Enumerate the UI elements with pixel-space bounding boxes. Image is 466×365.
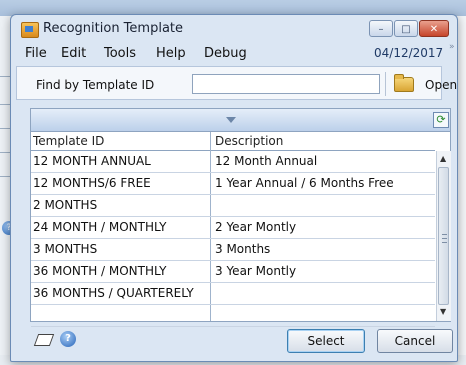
template-id-search-input[interactable] <box>192 74 380 94</box>
title-bar: Recognition Template – □ ✕ <box>11 15 457 43</box>
menu-tools[interactable]: Tools <box>104 46 136 61</box>
close-button[interactable]: ✕ <box>419 20 449 37</box>
scrollbar-thumb[interactable] <box>438 167 449 305</box>
menu-debug[interactable]: Debug <box>204 46 247 61</box>
table-row[interactable]: 12 MONTH ANNUAL 12 Month Annual <box>31 151 435 173</box>
open-folder-icon[interactable] <box>394 74 414 92</box>
description-cell: 1 Year Annual / 6 Months Free <box>215 176 394 190</box>
select-button[interactable]: Select <box>287 329 365 353</box>
description-cell: 3 Year Montly <box>215 264 297 278</box>
template-id-cell: 12 MONTH ANNUAL <box>33 154 151 168</box>
table-row[interactable]: 24 MONTH / MONTHLY 2 Year Montly <box>31 217 435 239</box>
find-by-template-id-label: Find by Template ID <box>36 78 155 92</box>
grid-toolbar: ⟳ <box>31 109 450 132</box>
template-list: ⟳ Template ID Description 12 MONTH ANNUA… <box>30 108 451 327</box>
template-id-cell: 36 MONTH / MONTHLY <box>33 264 167 278</box>
table-row[interactable] <box>31 305 435 327</box>
column-header-template-id[interactable]: Template ID <box>33 134 104 148</box>
description-cell: 12 Month Annual <box>215 154 318 168</box>
menu-file[interactable]: File <box>25 46 47 61</box>
app-icon <box>21 22 39 38</box>
table-row[interactable]: 12 MONTHS/6 FREE 1 Year Annual / 6 Months… <box>31 173 435 195</box>
window-title: Recognition Template <box>43 21 184 36</box>
template-id-cell: 12 MONTHS/6 FREE <box>33 176 151 190</box>
template-id-cell: 2 MONTHS <box>33 198 98 212</box>
toolbar-separator <box>385 72 386 96</box>
overflow-chevron-icon[interactable]: » <box>449 42 455 52</box>
table-row[interactable]: 3 MONTHS 3 Months <box>31 239 435 261</box>
maximize-button[interactable]: □ <box>394 20 418 37</box>
scroll-up-icon[interactable]: ▲ <box>440 154 446 163</box>
table-row[interactable]: 2 MONTHS <box>31 195 435 217</box>
table-row[interactable]: 36 MONTHS / QUARTERELY <box>31 283 435 305</box>
vertical-scrollbar[interactable]: ▲ ▼ <box>436 151 451 321</box>
grid-header: Template ID Description <box>31 132 435 151</box>
sort-arrow-icon[interactable] <box>226 117 236 123</box>
user-date[interactable]: 04/12/2017 <box>374 46 443 60</box>
scroll-down-icon[interactable]: ▼ <box>440 307 446 316</box>
table-row[interactable]: 36 MONTH / MONTHLY 3 Year Montly <box>31 261 435 283</box>
menu-edit[interactable]: Edit <box>61 46 86 61</box>
menu-help[interactable]: Help <box>156 46 186 61</box>
scrollbar-grip-icon <box>442 234 447 243</box>
description-cell: 3 Months <box>215 242 271 256</box>
column-header-description[interactable]: Description <box>215 134 283 148</box>
template-id-cell: 3 MONTHS <box>33 242 98 256</box>
help-icon[interactable]: ? <box>60 331 76 347</box>
open-button-label[interactable]: Open <box>425 78 457 92</box>
minimize-button[interactable]: – <box>369 20 393 37</box>
description-cell: 2 Year Montly <box>215 220 297 234</box>
template-id-cell: 36 MONTHS / QUARTERELY <box>33 286 194 300</box>
refresh-icon[interactable]: ⟳ <box>433 112 449 128</box>
template-id-cell: 24 MONTH / MONTHLY <box>33 220 167 234</box>
cancel-button[interactable]: Cancel <box>377 329 453 353</box>
grid-rows: 12 MONTH ANNUAL 12 Month Annual 12 MONTHS… <box>31 151 435 327</box>
